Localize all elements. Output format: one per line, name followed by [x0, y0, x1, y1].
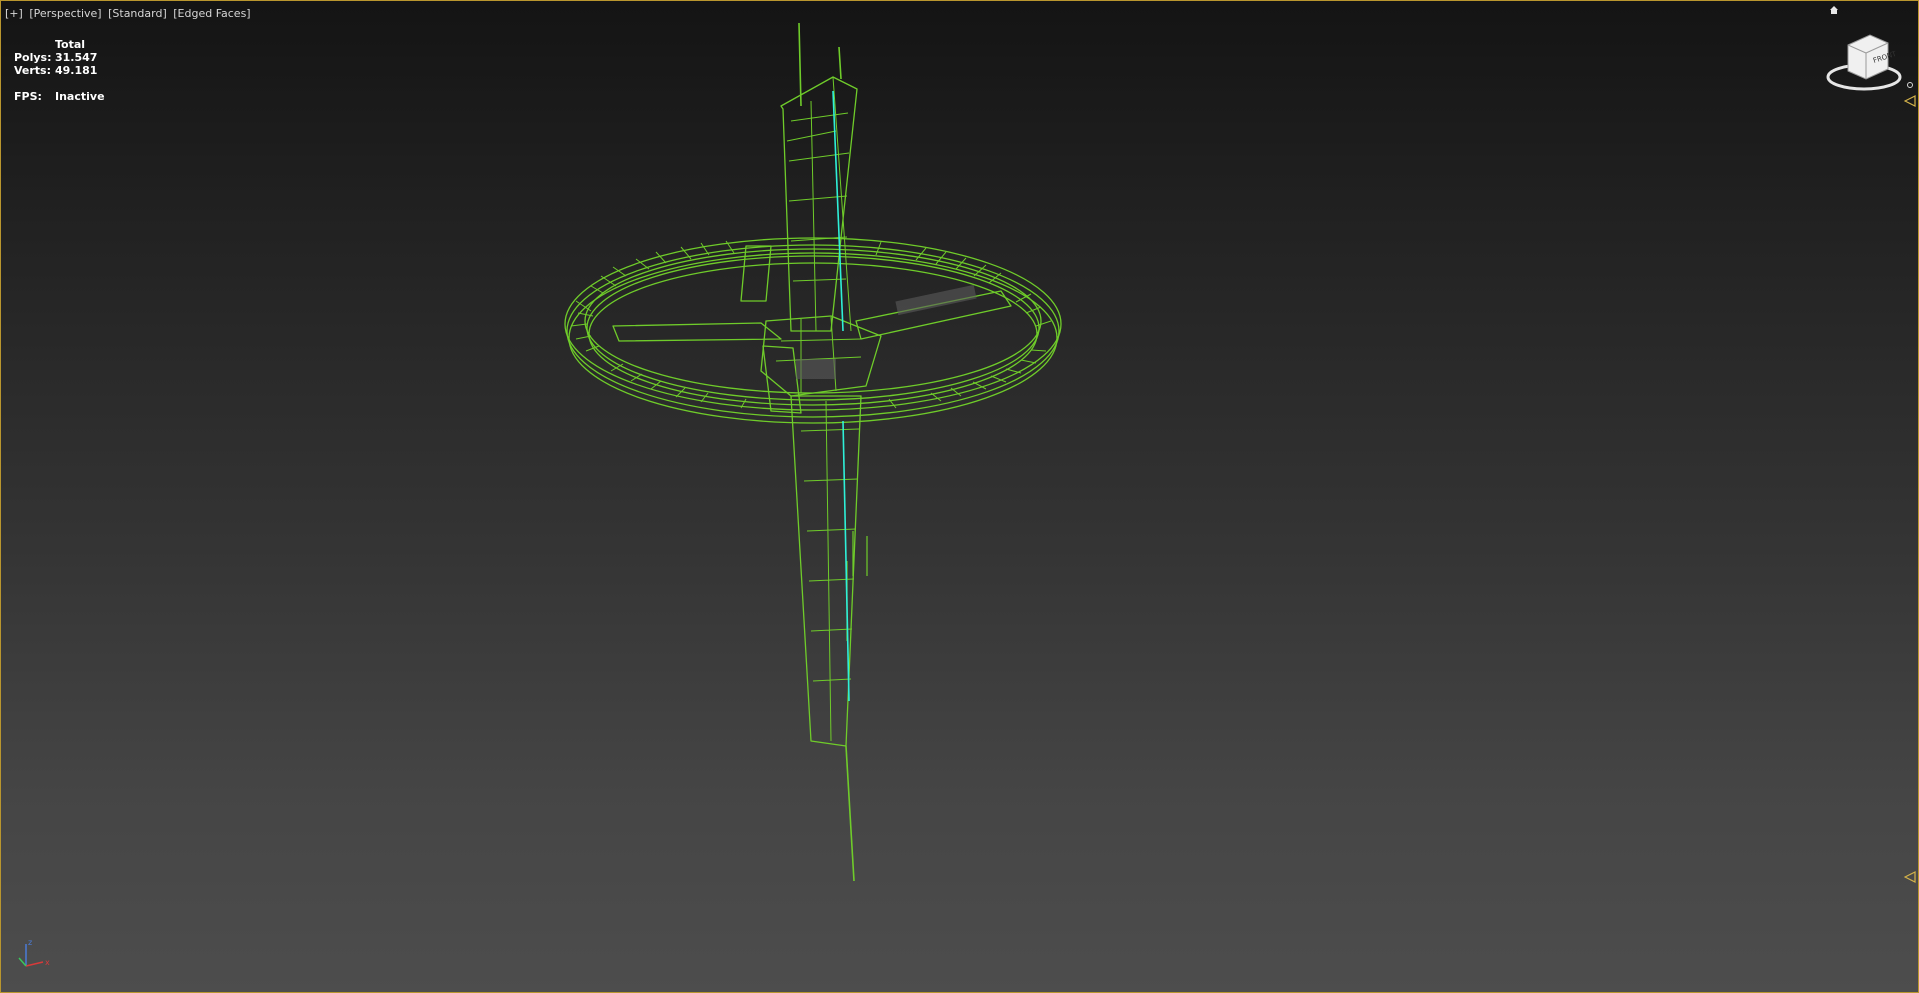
ring-inner-edge-bottom — [588, 262, 1038, 406]
navcube-side-marker-bottom[interactable] — [1904, 871, 1916, 883]
ring-outer-edge-bottom — [568, 252, 1058, 424]
lower-spire-fins — [846, 531, 868, 641]
navcube-side-marker-top[interactable] — [1904, 95, 1916, 107]
lower-highlight-edge — [842, 420, 850, 702]
viewcube-icon[interactable]: FRONT — [1826, 27, 1906, 97]
axis-x-label: x — [45, 958, 50, 967]
hub-details — [775, 316, 862, 393]
hub-panel-segment — [796, 359, 836, 379]
upper-spire — [780, 76, 858, 332]
lower-spire-panels — [800, 400, 860, 742]
axis-z-label: z — [28, 938, 32, 947]
lower-antenna — [845, 745, 855, 882]
spoke-left — [612, 322, 782, 342]
perspective-viewport[interactable]: [+] [Perspective] [Standard] [Edged Face… — [0, 0, 1919, 993]
central-hub — [760, 315, 882, 397]
lower-spire — [790, 395, 862, 747]
home-icon[interactable] — [1829, 5, 1839, 15]
axis-tripod-icon: z x — [18, 938, 50, 967]
settings-dot-icon[interactable] — [1906, 81, 1914, 89]
upper-antennas — [798, 22, 842, 107]
spoke-front — [762, 345, 802, 414]
wireframe-space-station-model[interactable] — [1, 1, 1918, 992]
ring-panel-lines — [570, 240, 1052, 409]
ring-outer-edge — [564, 237, 1062, 411]
ring-panel-segment — [895, 284, 977, 316]
